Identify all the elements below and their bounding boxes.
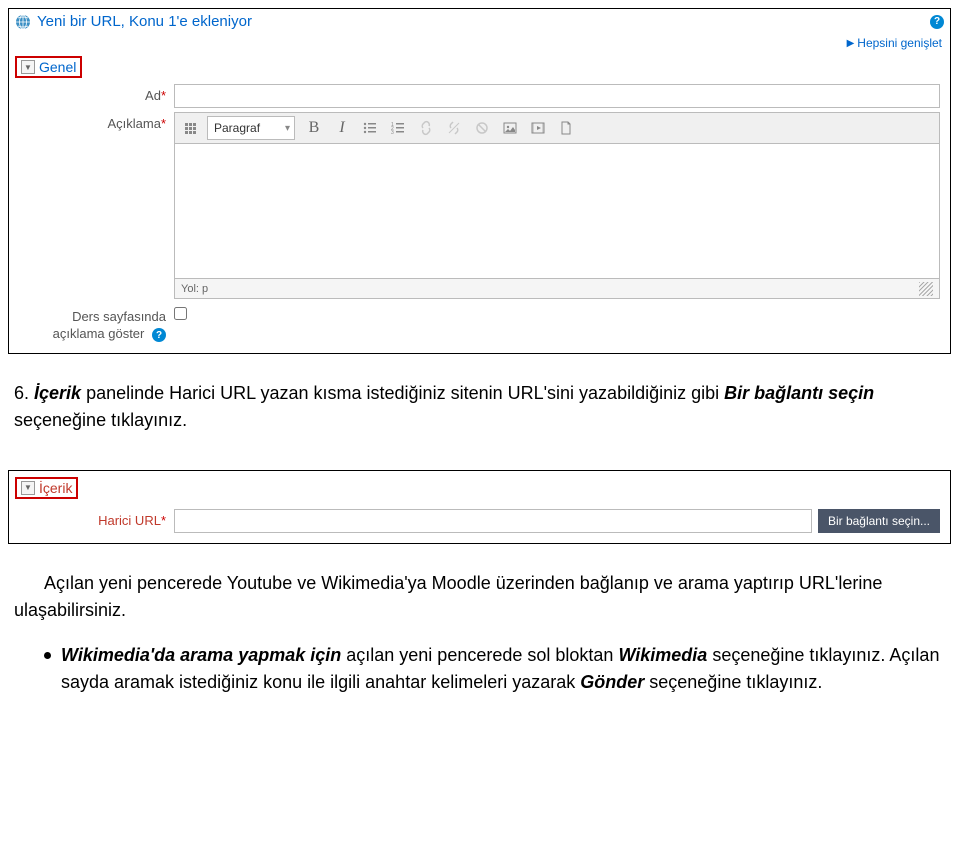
section-general-label: Genel [39,59,76,75]
image-button[interactable] [497,115,523,141]
image-icon [502,120,518,136]
instruction-text-2: Açılan yeni pencerede Youtube ve Wikimed… [0,552,959,706]
paragraph-format-select[interactable]: Paragraf [207,116,295,140]
numbered-list-icon: 123 [390,120,406,136]
collapse-icon: ▼ [21,481,35,495]
bullet-list-button[interactable] [357,115,383,141]
show-description-label: Ders sayfasında açıklama göster ? [19,305,174,343]
help-icon[interactable]: ? [930,15,944,29]
description-editor[interactable] [174,144,940,279]
files-icon [558,120,574,136]
globe-icon [15,14,37,30]
link-button[interactable] [413,115,439,141]
triangle-right-icon: ▶ [847,38,855,49]
collapse-icon: ▼ [21,60,35,74]
bullet-icon [44,652,51,659]
form-title: Yeni bir URL, Konu 1'e ekleniyor [37,13,926,30]
editor-toolbar: Paragraf B I 123 [174,112,940,144]
name-row: Ad* [19,84,940,108]
italic-button[interactable]: I [329,115,355,141]
choose-link-button[interactable]: Bir bağlantı seçin... [818,509,940,533]
link-icon [418,120,434,136]
unlink-icon [446,120,462,136]
show-description-row: Ders sayfasında açıklama göster ? [19,305,940,343]
content-section-screenshot: ▼ İçerik Harici URL* Bir bağlantı seçin.… [8,470,951,544]
unlink-button[interactable] [441,115,467,141]
resize-handle-icon[interactable] [919,282,933,296]
section-general-header[interactable]: ▼ Genel [15,56,82,78]
description-row: Açıklama* Paragraf B I 123 [19,112,940,299]
prevent-link-icon [474,120,490,136]
section-content-label: İçerik [39,480,72,496]
bullet-item: Wikimedia'da arama yapmak için açılan ye… [44,642,945,696]
external-url-label: Harici URL* [19,513,174,528]
editor-footer: Yol: p [174,279,940,299]
name-input[interactable] [174,84,940,108]
section-content-header[interactable]: ▼ İçerik [15,477,78,499]
prevent-autolink-button[interactable] [469,115,495,141]
paragraph-format-label: Paragraf [214,121,260,135]
media-icon [530,120,546,136]
toolbar-expand-button[interactable] [179,115,201,141]
show-description-checkbox[interactable] [174,307,187,320]
external-url-input[interactable] [174,509,812,533]
grid-icon [185,123,196,134]
media-button[interactable] [525,115,551,141]
general-section-body: Ad* Açıklama* Paragraf B I [9,84,950,353]
expand-all-label: Hepsini genişlet [857,36,942,50]
numbered-list-button[interactable]: 123 [385,115,411,141]
instruction-text-1: 6. İçerik panelinde Harici URL yazan kıs… [0,362,959,462]
expand-all-link[interactable]: ▶ Hepsini genişlet [847,36,942,50]
bold-button[interactable]: B [301,115,327,141]
italic-icon: I [339,119,344,137]
svg-text:3: 3 [391,130,394,136]
editor-path: Yol: p [181,283,208,295]
name-label: Ad* [19,84,174,103]
help-icon[interactable]: ? [152,328,166,342]
form-header: Yeni bir URL, Konu 1'e ekleniyor ? [9,9,950,34]
moodle-form-screenshot: Yeni bir URL, Konu 1'e ekleniyor ? ▶ Hep… [8,8,951,354]
description-label: Açıklama* [19,112,174,131]
bullet-list-icon [362,120,378,136]
manage-files-button[interactable] [553,115,579,141]
bold-icon: B [309,119,320,137]
external-url-row: Harici URL* Bir bağlantı seçin... [9,505,950,543]
